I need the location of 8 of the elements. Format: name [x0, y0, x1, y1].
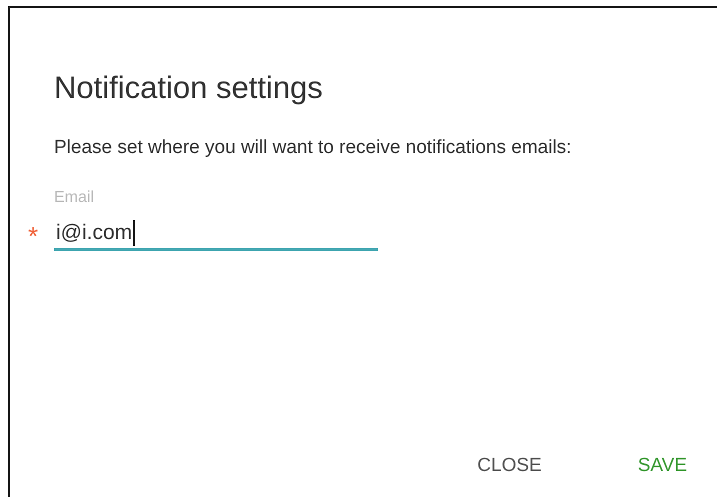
- field-label: Email: [54, 189, 94, 207]
- close-button[interactable]: CLOSE: [471, 451, 548, 481]
- dialog-message: Please set where you will want to receive notifications emails:: [54, 136, 572, 160]
- required-mark: *: [28, 223, 38, 249]
- text-cursor-icon: [133, 220, 135, 246]
- email-field[interactable]: i@i.com: [54, 217, 378, 251]
- save-button[interactable]: SAVE: [632, 451, 693, 481]
- dialog-title: Notification settings: [54, 69, 324, 107]
